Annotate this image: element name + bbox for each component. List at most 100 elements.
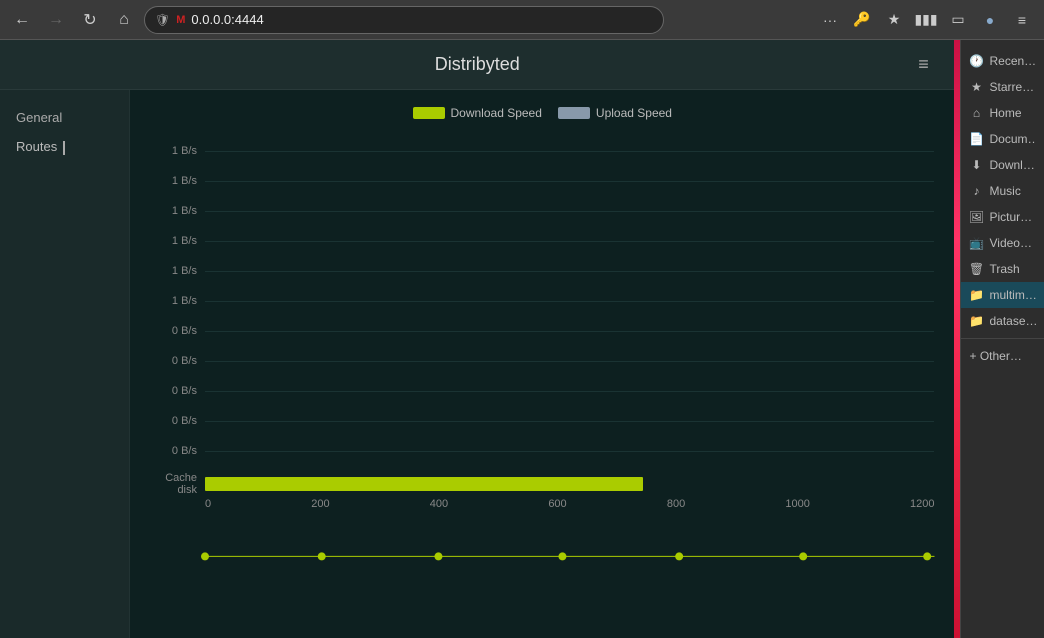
panel-item-label: Music	[989, 184, 1020, 198]
grid-line	[205, 211, 934, 212]
chart-row: 0 B/s	[150, 346, 934, 376]
y-label: 1 B/s	[150, 265, 205, 277]
panel-item-icon: ★	[969, 80, 983, 94]
grid-line	[205, 451, 934, 452]
app-header: Distribyted ≡	[0, 40, 954, 90]
chart-row: 1 B/s	[150, 136, 934, 166]
upload-color-swatch	[558, 107, 590, 119]
panel-item-label: Trash	[989, 262, 1019, 276]
y-label: 1 B/s	[150, 175, 205, 187]
panel-item-icon: 📄	[969, 132, 983, 146]
panel-item-icon: ⌂	[969, 106, 983, 120]
panel-item-label: Video…	[989, 236, 1031, 250]
reader-button[interactable]: ▭	[944, 6, 972, 34]
library-button[interactable]: ▮▮▮	[912, 6, 940, 34]
app-area: Distribyted ≡ General Routes Download S	[0, 40, 954, 638]
app-content: General Routes Download Speed Upload	[0, 90, 954, 638]
chart-row: 1 B/s	[150, 226, 934, 256]
bookmark-button[interactable]: ★	[880, 6, 908, 34]
panel-item[interactable]: 📺 Video…	[961, 230, 1044, 256]
home-button[interactable]: ⌂	[110, 6, 138, 34]
chart-area: Download Speed Upload Speed 1 B/s 1 B/s …	[130, 90, 954, 638]
x-axis: 020040060080010001200	[150, 498, 934, 510]
x-label: 800	[667, 498, 685, 510]
grid-line	[205, 331, 934, 332]
grid-line	[205, 151, 934, 152]
browser-right-panel: 🕐 Recen… ★ Starre… ⌂ Home 📄 Docum… ⬇ Dow…	[960, 40, 1044, 638]
x-label: 1200	[910, 498, 934, 510]
panel-item-label: Pictur…	[989, 210, 1032, 224]
grid-line	[205, 271, 934, 272]
other-label: + Other…	[969, 349, 1021, 363]
panel-item[interactable]: ⬇ Downl…	[961, 152, 1044, 178]
panel-item-icon: 🖼	[969, 210, 983, 224]
chart-row: 1 B/s	[150, 196, 934, 226]
grid-line	[205, 241, 934, 242]
panel-item-icon: 📁	[969, 288, 983, 302]
panel-item-icon: 🗑	[969, 262, 983, 276]
download-color-swatch	[413, 107, 445, 119]
panel-item[interactable]: ⌂ Home	[961, 100, 1044, 126]
nav-routes[interactable]: Routes	[0, 133, 129, 161]
panel-item[interactable]: 🕐 Recen…	[961, 48, 1044, 74]
download-legend-label: Download Speed	[451, 106, 542, 120]
download-legend: Download Speed	[413, 106, 542, 120]
url-text: 0.0.0.0:4444	[191, 12, 263, 27]
menu-button[interactable]: ≡	[1008, 6, 1036, 34]
panel-item[interactable]: 📁 multim…	[961, 282, 1044, 308]
x-axis-labels: 020040060080010001200	[205, 498, 934, 510]
nav-general[interactable]: General	[0, 106, 129, 133]
chart-row: 0 B/s	[150, 406, 934, 436]
panel-item[interactable]: 🖼 Pictur…	[961, 204, 1044, 230]
upload-legend-label: Upload Speed	[596, 106, 672, 120]
toolbar-right: ··· 🔑 ★ ▮▮▮ ▭ ● ≡	[816, 6, 1036, 34]
panel-item-label: datase…	[989, 314, 1036, 328]
panel-item-icon: ⬇	[969, 158, 983, 172]
panel-item-label: multim…	[989, 288, 1036, 302]
panel-item-label: Downl…	[989, 158, 1034, 172]
y-label: 0 B/s	[150, 325, 205, 337]
y-label: 0 B/s	[150, 415, 205, 427]
browser-toolbar: ← → ↻ ⌂ 🛡 M 0.0.0.0:4444 ··· 🔑 ★ ▮▮▮ ▭ ●…	[0, 0, 1044, 40]
chart-row: 0 B/s	[150, 436, 934, 466]
hamburger-button[interactable]: ≡	[908, 50, 938, 80]
chart-row: 1 B/s	[150, 286, 934, 316]
chart-row: 0 B/s	[150, 316, 934, 346]
y-label: 0 B/s	[150, 355, 205, 367]
chart-row: 0 B/s	[150, 376, 934, 406]
grid-line	[205, 421, 934, 422]
chart-body: 1 B/s 1 B/s 1 B/s 1 B/s 1 B/s 1 B/s 0 B/…	[150, 136, 934, 466]
panel-item-icon: 🕐	[969, 54, 983, 68]
panel-item[interactable]: ♪ Music	[961, 178, 1044, 204]
x-label: 1000	[785, 498, 809, 510]
panel-item[interactable]: ★ Starre…	[961, 74, 1044, 100]
y-label: 0 B/s	[150, 385, 205, 397]
x-label: 600	[548, 498, 566, 510]
panel-item[interactable]: 🗑 Trash	[961, 256, 1044, 282]
address-bar[interactable]: 🛡 M 0.0.0.0:4444	[144, 6, 664, 34]
panel-item-icon: 📺	[969, 236, 983, 250]
upload-legend: Upload Speed	[558, 106, 672, 120]
panel-divider	[961, 338, 1044, 339]
cursor-icon	[63, 141, 73, 155]
panel-other-button[interactable]: + Other…	[961, 343, 1044, 369]
security-shield-icon: 🛡	[155, 13, 170, 27]
panel-item-icon: 📁	[969, 314, 983, 328]
more-button[interactable]: ···	[816, 6, 844, 34]
cache-bar-container	[205, 477, 934, 491]
app-title: Distribyted	[435, 54, 520, 75]
pocket-button[interactable]: 🔑	[848, 6, 876, 34]
cache-label: Cache disk	[150, 472, 205, 496]
panel-item[interactable]: 📁 datase…	[961, 308, 1044, 334]
cache-row: Cache disk	[150, 472, 934, 496]
forward-button[interactable]: →	[42, 6, 70, 34]
y-label: 0 B/s	[150, 445, 205, 457]
panel-item-label: Docum…	[989, 132, 1036, 146]
grid-line	[205, 301, 934, 302]
reload-button[interactable]: ↻	[76, 6, 104, 34]
profile-button[interactable]: ●	[976, 6, 1004, 34]
grid-line	[205, 181, 934, 182]
x-label: 200	[311, 498, 329, 510]
back-button[interactable]: ←	[8, 6, 36, 34]
panel-item[interactable]: 📄 Docum…	[961, 126, 1044, 152]
